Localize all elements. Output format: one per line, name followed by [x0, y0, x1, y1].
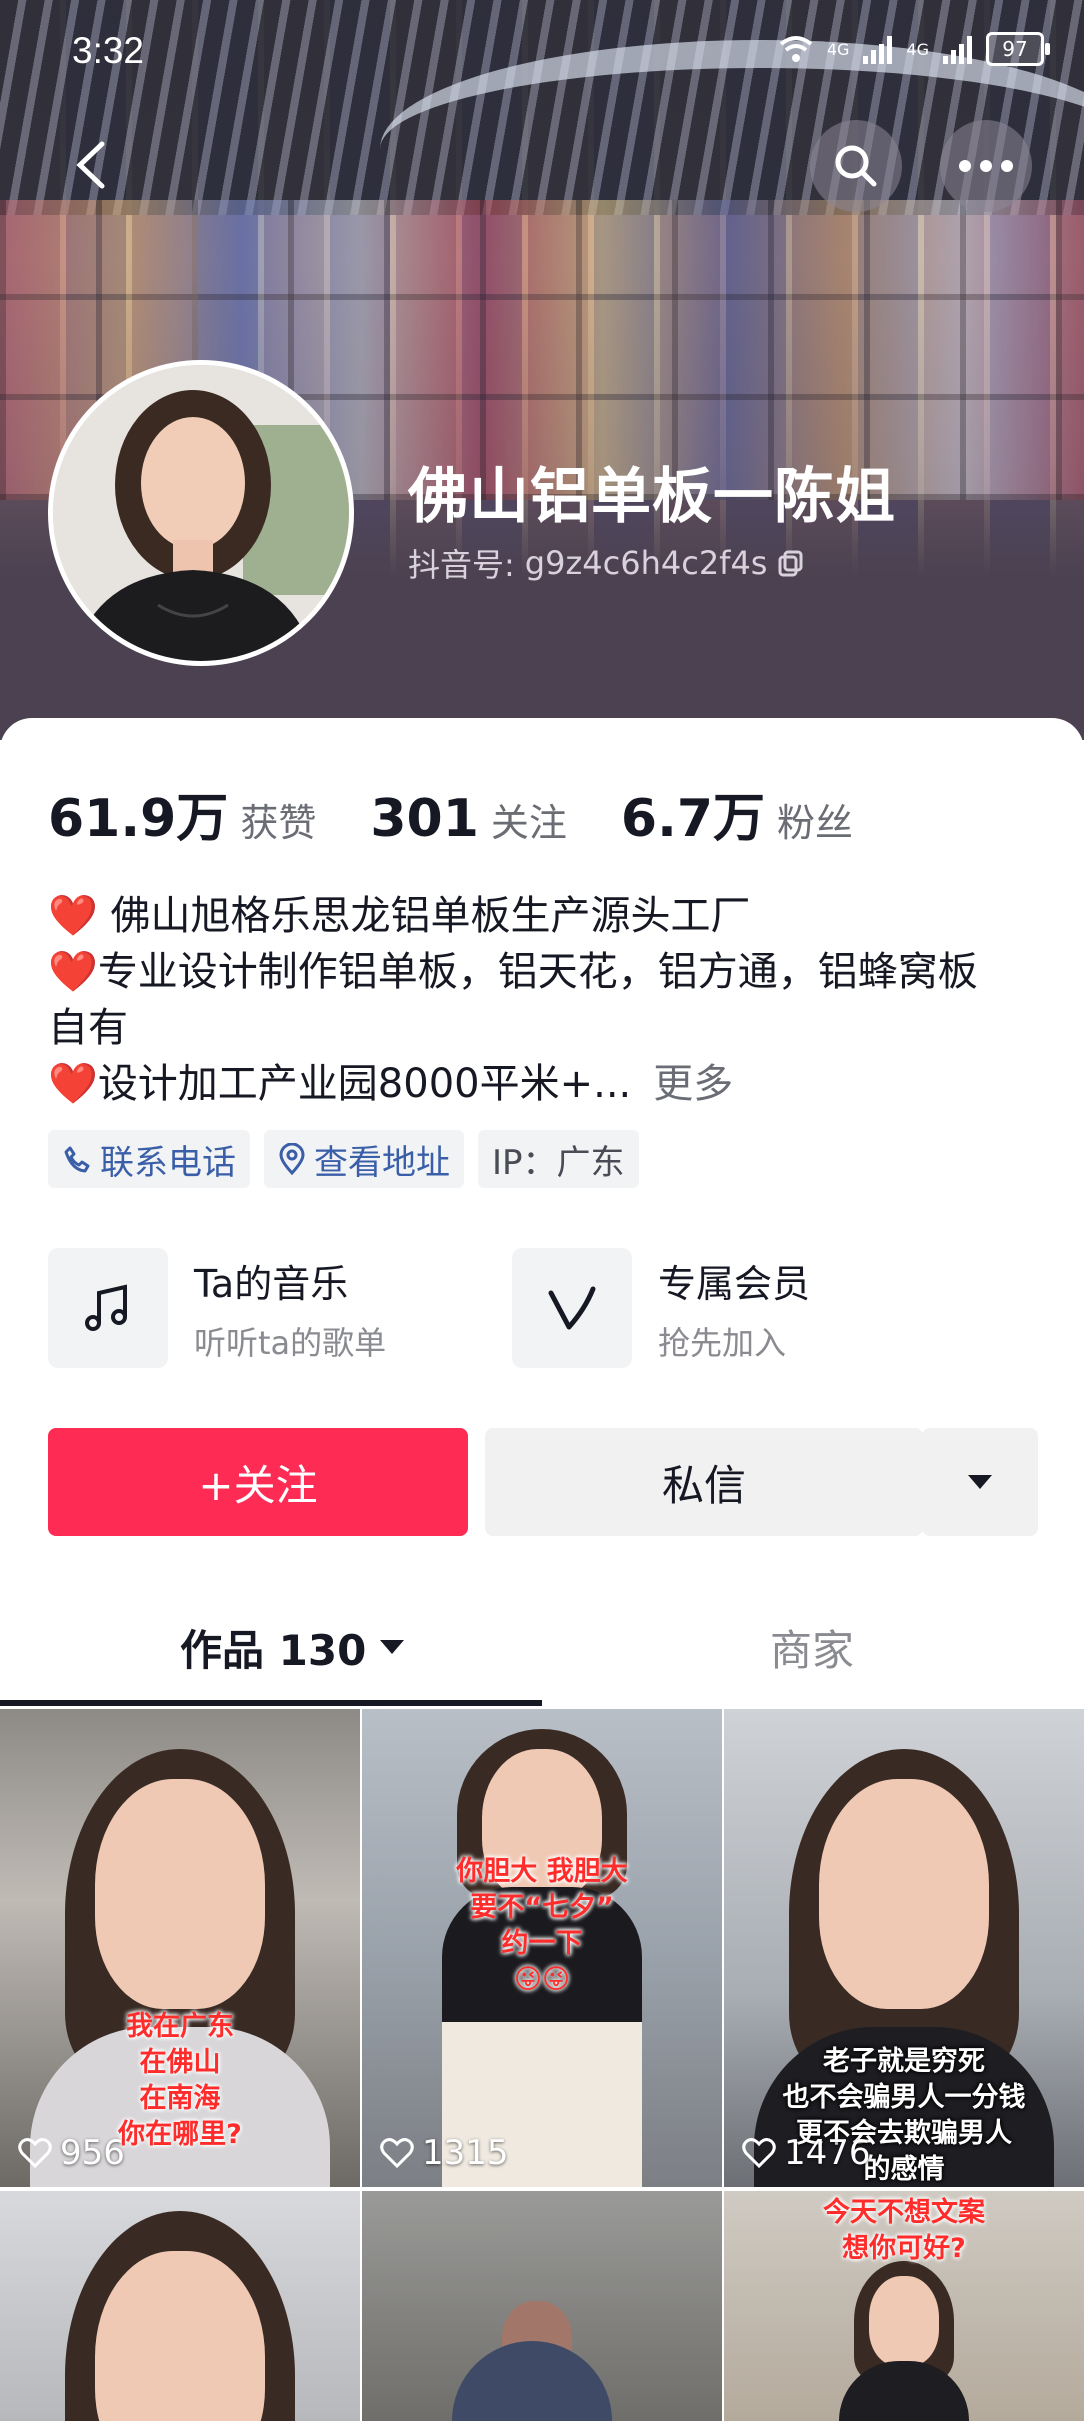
- following-count[interactable]: 301: [370, 789, 479, 849]
- video-thumbnail[interactable]: 你胆大 我胆大 要不“七夕” 约一下 😜😜 1315: [362, 1709, 722, 2187]
- heart-outline-icon: [742, 2138, 776, 2168]
- tab-works-label: 作品 130: [180, 1625, 367, 1675]
- vip-icon-box: [512, 1248, 632, 1368]
- vip-v-icon: [548, 1286, 596, 1330]
- video-caption: 你胆大 我胆大 要不“七夕” 约一下 😜😜: [456, 1856, 628, 1995]
- caret-down-icon: [380, 1640, 405, 1654]
- music-subtitle: 听听ta的歌单: [194, 1323, 387, 1362]
- content-tabs: 作品 130 商家: [0, 1594, 1084, 1706]
- status-time: 3:32: [72, 30, 145, 71]
- message-button[interactable]: 私信: [485, 1428, 923, 1536]
- heart-outline-icon: [380, 2138, 414, 2168]
- followers-label: 粉丝: [777, 801, 854, 845]
- view-address-label: 查看地址: [314, 1142, 450, 1183]
- likes-label: 获赞: [240, 801, 317, 845]
- stats-row: 61.9万 获赞 301 关注 6.7万 粉丝: [48, 776, 907, 851]
- profile-tags: 联系电话 查看地址 IP：广东: [48, 1130, 639, 1188]
- contact-phone-tag[interactable]: 联系电话: [48, 1130, 250, 1188]
- network-type-1: 4G: [826, 39, 850, 59]
- douyin-id-row[interactable]: 抖音号: g9z4c6h4c2f4s: [408, 540, 805, 586]
- vip-title: 专属会员: [658, 1261, 811, 1306]
- bio-line-4: ❤️设计加工产业园8000平米+... 更多: [48, 1061, 734, 1107]
- contact-phone-label: 联系电话: [100, 1142, 236, 1183]
- bio-more-link[interactable]: 更多: [653, 1061, 733, 1107]
- vip-entry[interactable]: 专属会员 抢先加入: [512, 1248, 810, 1368]
- video-grid: 我在广东 在佛山 在南海 你在哪里? 956 你胆大 我胆大 要不“七夕” 约一下 😜😜 1…: [0, 1709, 1084, 2421]
- heart-icon: ❤️: [48, 1061, 98, 1107]
- view-address-tag[interactable]: 查看地址: [264, 1130, 464, 1188]
- video-thumbnail[interactable]: 我在广东 在佛山 在南海 你在哪里? 956: [0, 1709, 360, 2187]
- bio-line-2: ❤️专业设计制作铝单板，铝天花，铝方通，铝蜂窝板: [48, 949, 978, 995]
- more-dots-icon: [959, 160, 1013, 172]
- follow-button[interactable]: +关注: [48, 1428, 468, 1536]
- more-options-button[interactable]: [940, 120, 1032, 212]
- video-caption: 我在广东 在佛山 在南海 你在哪里?: [118, 2011, 242, 2150]
- video-likes: 1315: [380, 2133, 509, 2173]
- video-likes: 956: [18, 2133, 125, 2173]
- video-thumbnail[interactable]: 老子就是穷死 也不会骗男人一分钱 更不会去欺骗男人 的感情 1476: [724, 1709, 1084, 2187]
- bio-line-1: ❤️ 佛山旭格乐思龙铝单板生产源头工厂: [48, 893, 751, 939]
- tab-merchant[interactable]: 商家: [770, 1594, 854, 1700]
- likes-count[interactable]: 61.9万: [48, 776, 228, 851]
- followers-count[interactable]: 6.7万: [621, 776, 765, 851]
- location-pin-icon: [279, 1143, 305, 1175]
- douyin-id-value: g9z4c6h4c2f4s: [524, 544, 768, 582]
- video-caption: 今天不想文案 想你可好?: [823, 2197, 985, 2264]
- status-bar: 3:32 4G 4G 97: [72, 30, 1050, 80]
- video-thumbnail[interactable]: [362, 2191, 722, 2421]
- music-icon-box: [48, 1248, 168, 1368]
- feature-row: Ta的音乐 听听ta的歌单 专属会员 抢先加入: [48, 1248, 1038, 1368]
- tab-underline: [0, 1700, 542, 1706]
- ip-location-label: IP：广东: [492, 1142, 625, 1183]
- vip-subtitle: 抢先加入: [658, 1323, 787, 1362]
- search-icon: [835, 145, 877, 187]
- back-arrow-icon[interactable]: [70, 140, 114, 190]
- douyin-id-label: 抖音号:: [408, 546, 515, 584]
- profile-bio: ❤️ 佛山旭格乐思龙铝单板生产源头工厂 ❤️专业设计制作铝单板，铝天花，铝方通，…: [48, 888, 1048, 1112]
- music-title: Ta的音乐: [194, 1261, 349, 1306]
- signal-icon-2: [943, 34, 972, 64]
- ip-location-tag: IP：广东: [478, 1130, 639, 1188]
- action-buttons: +关注 私信: [48, 1428, 1038, 1536]
- music-note-icon: [85, 1284, 127, 1331]
- wifi-icon: [779, 36, 813, 62]
- phone-icon: [64, 1146, 90, 1173]
- heart-outline-icon: [18, 2138, 52, 2168]
- video-likes: 1476: [742, 2133, 871, 2173]
- video-thumbnail[interactable]: 今天不想文案 想你可好?: [724, 2191, 1084, 2421]
- copy-icon[interactable]: [777, 549, 805, 577]
- avatar-photo: [53, 365, 349, 661]
- video-thumbnail[interactable]: [0, 2191, 360, 2421]
- tab-works[interactable]: 作品 130: [180, 1594, 406, 1700]
- signal-icon-1: [863, 34, 893, 64]
- heart-icon: ❤️: [48, 949, 98, 995]
- search-button[interactable]: [810, 120, 902, 212]
- recommend-dropdown-button[interactable]: [922, 1428, 1038, 1536]
- music-entry[interactable]: Ta的音乐 听听ta的歌单: [48, 1248, 386, 1368]
- status-icons: 4G 4G 97: [779, 32, 1050, 66]
- profile-nickname: 佛山铝单板一陈姐: [408, 462, 896, 532]
- following-label: 关注: [490, 801, 567, 845]
- heart-icon: ❤️: [48, 893, 98, 939]
- avatar[interactable]: [48, 360, 354, 666]
- battery-icon: 97: [986, 32, 1050, 66]
- bio-line-3: 自有: [48, 1005, 128, 1051]
- network-type-2: 4G: [906, 39, 929, 59]
- triangle-down-icon: [968, 1475, 992, 1489]
